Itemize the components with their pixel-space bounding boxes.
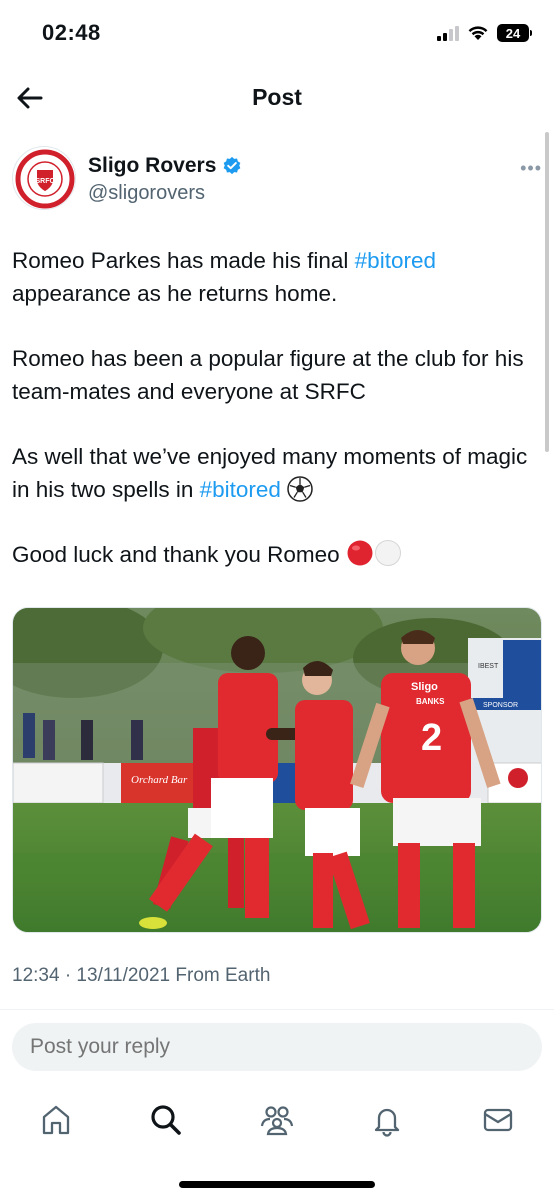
shirt-name-text: BANKS — [416, 697, 445, 706]
reply-input[interactable] — [12, 1023, 542, 1071]
author-name-row: Sligo Rovers — [88, 154, 242, 178]
signal-icon — [437, 25, 459, 41]
post-paragraph-3: As well that we’ve enjoyed many moments … — [12, 444, 528, 502]
white-circle-icon — [374, 540, 401, 566]
post-body: Romeo Parkes has made his final #bitored… — [12, 244, 542, 603]
avatar[interactable]: SRFC — [12, 146, 76, 210]
post-paragraph-4: Good luck and thank you Romeo — [12, 538, 542, 571]
battery-level: 24 — [497, 24, 529, 42]
status-time: 02:48 — [42, 20, 101, 45]
red-circle-icon — [347, 540, 373, 566]
author-handle[interactable]: @sligorovers — [88, 182, 205, 205]
more-options-icon[interactable]: ••• — [520, 158, 542, 179]
scrollbar[interactable] — [545, 132, 549, 452]
header: Post — [0, 76, 554, 120]
svg-text:IBEST: IBEST — [478, 663, 499, 670]
status-icons: 24 — [437, 24, 532, 42]
post-author: SRFC Sligo Rovers @sligorovers ••• — [12, 146, 542, 212]
soccer-ball-icon — [287, 476, 313, 502]
hashtag-link[interactable]: #bitored — [355, 248, 436, 273]
hashtag-link[interactable]: #bitored — [200, 477, 281, 502]
players-celebrating-photo: IBEST SPONSOR Orchard Bar Sligo BANKS 2 — [13, 608, 541, 932]
shirt-sponsor-text: Sligo — [411, 681, 438, 693]
post-image[interactable]: IBEST SPONSOR Orchard Bar Sligo BANKS 2 — [12, 607, 542, 933]
author-name[interactable]: Sligo Rovers — [88, 154, 216, 178]
divider — [0, 1009, 554, 1010]
sponsor-text: SPONSOR — [483, 702, 518, 709]
svg-text:SRFC: SRFC — [35, 178, 54, 185]
messages-icon[interactable] — [476, 1098, 520, 1142]
page-title: Post — [252, 84, 302, 110]
wifi-icon — [468, 26, 488, 40]
post-paragraph-1: Romeo Parkes has made his final #bitored… — [12, 248, 436, 306]
battery-icon: 24 — [497, 24, 532, 42]
notifications-icon[interactable] — [365, 1098, 409, 1142]
status-bar: 02:48 24 — [0, 0, 554, 70]
svg-text:Orchard Bar: Orchard Bar — [131, 774, 188, 786]
communities-icon[interactable] — [255, 1098, 299, 1142]
shirt-number-text: 2 — [421, 717, 442, 759]
search-icon[interactable] — [144, 1098, 188, 1142]
bottom-tab-bar — [0, 1090, 554, 1150]
verified-badge-icon — [224, 156, 241, 175]
home-icon[interactable] — [34, 1098, 78, 1142]
post-timestamp: 12:34 · 13/11/2021 From Earth — [12, 965, 271, 986]
srfc-crest-logo: SRFC — [14, 148, 75, 209]
home-indicator — [179, 1181, 375, 1188]
post-paragraph-2: Romeo has been a popular figure at the c… — [12, 346, 524, 404]
